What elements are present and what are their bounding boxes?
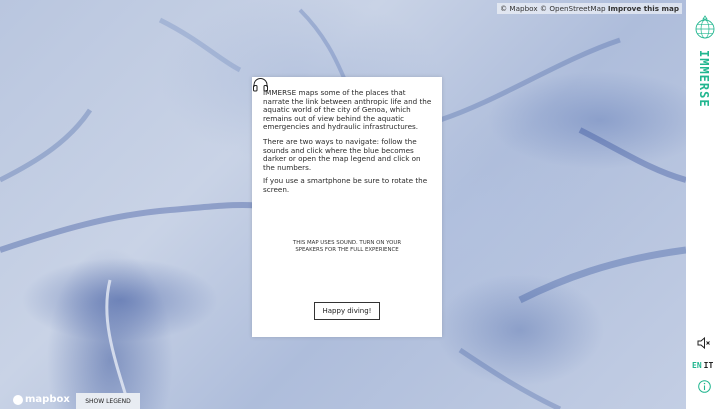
headphones-icon (253, 78, 268, 92)
info-icon[interactable] (698, 380, 711, 393)
map-attribution: © Mapbox © OpenStreetMap Improve this ma… (496, 3, 682, 14)
map-canvas[interactable]: © Mapbox © OpenStreetMap Improve this ma… (0, 0, 686, 409)
intro-paragraph-1: IMMERSE maps some of the places that nar… (263, 88, 432, 132)
intro-paragraph-2: There are two ways to navigate: follow t… (263, 137, 421, 172)
lang-it-button[interactable]: IT (704, 361, 714, 370)
sidebar: IMMERSE EN IT (686, 0, 725, 409)
language-switcher: EN IT (692, 361, 713, 370)
mapbox-logo-text: mapbox (25, 394, 70, 405)
happy-diving-button[interactable]: Happy diving! (314, 302, 380, 320)
brand-wordmark: IMMERSE (697, 50, 711, 108)
intro-paragraph-3: If you use a smartphone be sure to rotat… (263, 176, 428, 194)
sound-notice: THIS MAP USES SOUND. TURN ON YOUR SPEAKE… (292, 240, 402, 254)
mapbox-mark-icon (13, 394, 23, 405)
show-legend-button[interactable]: SHOW LEGEND (76, 393, 140, 409)
osm-attribution-link[interactable]: © OpenStreetMap (540, 4, 606, 13)
mapbox-attribution-link[interactable]: © Mapbox (500, 4, 538, 13)
intro-dialog: IMMERSE maps some of the places that nar… (252, 77, 442, 337)
speaker-mute-icon[interactable] (697, 337, 711, 349)
lang-en-button[interactable]: EN (692, 361, 702, 370)
improve-map-link[interactable]: Improve this map (608, 4, 679, 13)
mapbox-logo[interactable]: mapbox (13, 394, 70, 405)
globe-logo-icon[interactable] (694, 15, 716, 39)
